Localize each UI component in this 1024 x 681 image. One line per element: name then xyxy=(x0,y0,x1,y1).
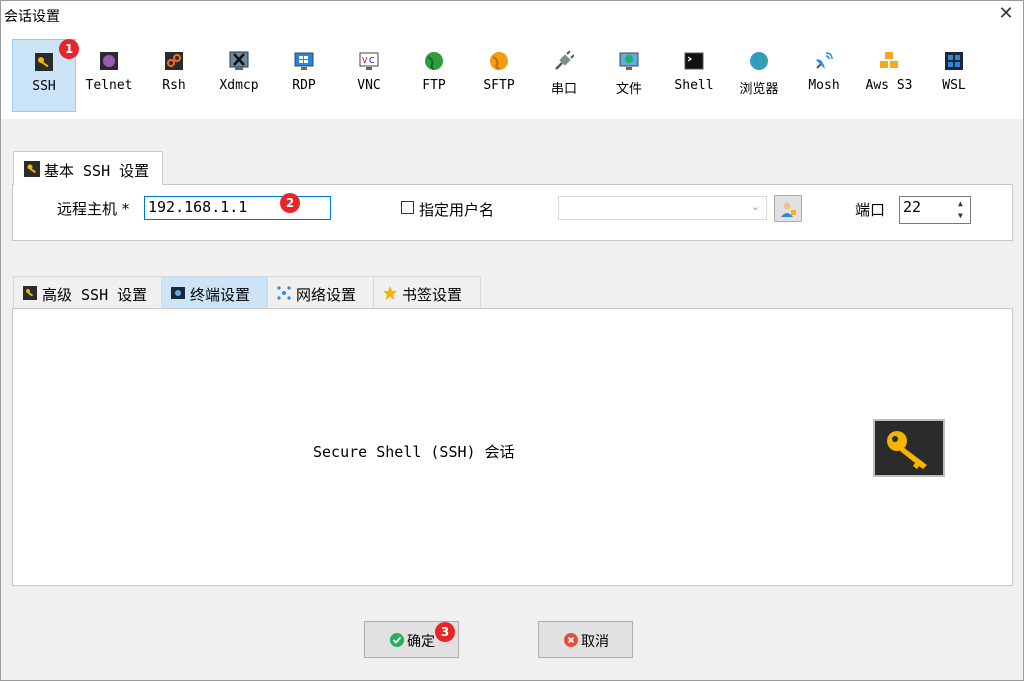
session-type-label: Aws S3 xyxy=(865,78,913,93)
remote-host-label: 远程主机 * xyxy=(57,200,130,218)
serial-plug-icon xyxy=(555,51,574,70)
step-badge-3: 3 xyxy=(435,622,455,642)
tab-label: 基本 SSH 设置 xyxy=(44,162,150,180)
session-type-sftp[interactable]: SFTP xyxy=(467,39,531,112)
session-type-label: VNC xyxy=(357,78,381,93)
session-type-label: Mosh xyxy=(808,78,840,93)
ssh-key-icon xyxy=(35,53,53,71)
session-type-file[interactable]: 文件 xyxy=(597,39,661,112)
svg-text:V: V xyxy=(362,56,368,65)
cancel-button[interactable]: 取消 xyxy=(538,621,633,658)
session-type-label: FTP xyxy=(422,78,446,93)
title-bar: 会话设置 ✕ xyxy=(1,1,1023,29)
session-type-label: 浏览器 xyxy=(739,82,779,97)
check-icon xyxy=(390,633,404,647)
tab-advanced-ssh-settings[interactable]: 高级 SSH 设置 xyxy=(13,276,162,309)
rdp-icon xyxy=(294,52,314,70)
svg-text:C: C xyxy=(369,56,375,65)
session-type-telnet[interactable]: Telnet xyxy=(77,39,141,112)
session-type-label: Rsh xyxy=(162,78,186,93)
session-type-mosh[interactable]: Mosh xyxy=(792,39,856,112)
chevron-down-icon: ⌄ xyxy=(750,200,760,213)
xdmcp-icon xyxy=(229,51,249,70)
ssh-key-icon xyxy=(23,286,37,300)
step-badge-1: 1 xyxy=(59,39,79,59)
session-type-rdp[interactable]: RDP xyxy=(272,39,336,112)
session-type-label: SFTP xyxy=(483,78,515,93)
ssh-key-large-icon xyxy=(873,419,945,477)
remote-host-input[interactable]: 192.168.1.1 xyxy=(144,196,331,220)
wsl-windows-icon xyxy=(945,52,963,70)
specify-username-checkbox[interactable] xyxy=(401,201,414,214)
close-button[interactable]: ✕ xyxy=(995,3,1017,25)
session-type-label: Xdmcp xyxy=(219,78,259,93)
session-type-ftp[interactable]: FTP xyxy=(402,39,466,112)
tab-label: 书签设置 xyxy=(402,286,463,304)
vnc-icon: VC xyxy=(359,52,379,70)
session-type-xdmcp[interactable]: Xdmcp xyxy=(207,39,271,112)
username-select[interactable]: ⌄ xyxy=(558,196,767,220)
shell-terminal-icon xyxy=(684,52,704,70)
user-manager-button[interactable] xyxy=(774,195,802,222)
star-icon xyxy=(383,286,397,300)
step-badge-2: 2 xyxy=(280,193,300,213)
basic-settings-panel: 远程主机 * 192.168.1.1 指定用户名 ⌄ 端口 22 ▲ ▼ xyxy=(12,184,1013,241)
advanced-settings-panel: Secure Shell (SSH) 会话 xyxy=(12,308,1013,586)
ftp-globe-icon xyxy=(425,52,443,70)
specify-username-label[interactable]: 指定用户名 xyxy=(419,199,494,220)
tab-bookmark-settings[interactable]: 书签设置 xyxy=(373,276,481,309)
session-type-label: 串口 xyxy=(550,82,577,97)
network-icon xyxy=(277,286,291,300)
port-label: 端口 xyxy=(855,201,886,219)
terminal-icon xyxy=(171,287,185,299)
tab-basic-ssh-settings[interactable]: 基本 SSH 设置 xyxy=(13,151,163,185)
port-input[interactable]: 22 ▲ ▼ xyxy=(899,196,971,224)
tab-label: 高级 SSH 设置 xyxy=(42,286,148,304)
ssh-key-icon xyxy=(24,161,40,177)
session-type-label: Telnet xyxy=(85,78,133,93)
session-type-label: WSL xyxy=(942,78,966,93)
session-type-label: SSH xyxy=(32,79,56,94)
port-increment[interactable]: ▲ xyxy=(958,199,968,209)
mosh-satellite-icon xyxy=(816,52,833,69)
session-type-label: RDP xyxy=(292,78,316,93)
browser-globe-icon xyxy=(750,52,768,70)
tab-label: 网络设置 xyxy=(296,286,357,304)
cancel-icon xyxy=(564,633,578,647)
tab-terminal-settings[interactable]: 终端设置 xyxy=(161,276,268,309)
session-type-label: Shell xyxy=(674,78,714,93)
session-type-browser[interactable]: 浏览器 xyxy=(727,39,791,112)
session-type-vnc[interactable]: VC VNC xyxy=(337,39,401,112)
user-icon xyxy=(781,202,796,217)
tab-network-settings[interactable]: 网络设置 xyxy=(267,276,374,309)
session-type-shell[interactable]: Shell xyxy=(662,39,726,112)
session-description: Secure Shell (SSH) 会话 xyxy=(313,443,515,461)
session-type-wsl[interactable]: WSL xyxy=(922,39,986,112)
cancel-button-label: 取消 xyxy=(581,634,609,650)
session-type-label: 文件 xyxy=(615,82,642,97)
sftp-globe-icon xyxy=(490,52,508,70)
session-type-bar: SSH 1 Telnet Rsh Xdmcp RDP VC VNC FTP SF… xyxy=(1,29,1023,119)
aws-s3-cubes-icon xyxy=(880,52,898,68)
session-settings-window: 会话设置 ✕ SSH 1 Telnet Rsh Xdmcp RDP VC VNC xyxy=(0,0,1024,681)
window-title: 会话设置 xyxy=(4,9,60,25)
telnet-icon xyxy=(100,52,118,70)
session-type-serial[interactable]: 串口 xyxy=(532,39,596,112)
port-decrement[interactable]: ▼ xyxy=(958,211,968,221)
port-value: 22 xyxy=(903,198,922,216)
session-type-aws-s3[interactable]: Aws S3 xyxy=(857,39,921,112)
ok-button-label: 确定 xyxy=(407,634,435,650)
session-type-rsh[interactable]: Rsh xyxy=(142,39,206,112)
rsh-icon xyxy=(165,52,183,70)
file-monitor-icon xyxy=(619,52,639,70)
tab-label: 终端设置 xyxy=(190,286,251,304)
